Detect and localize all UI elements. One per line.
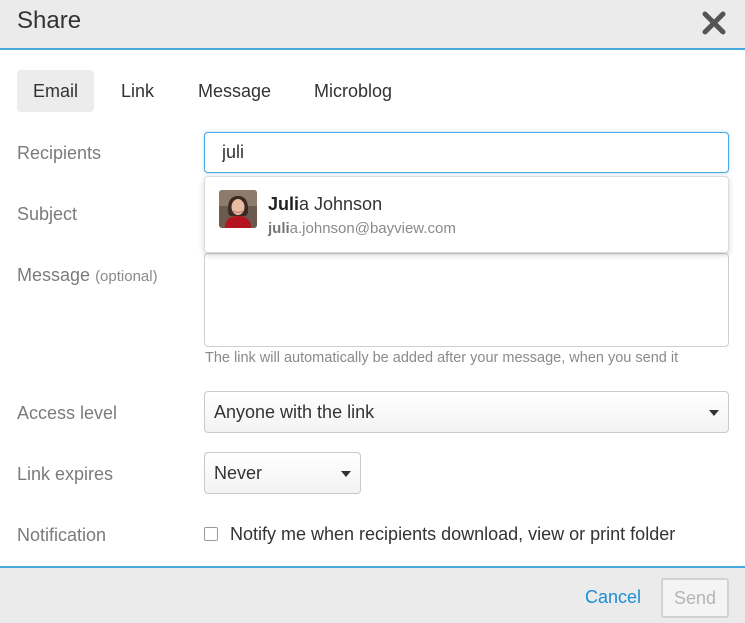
access-level-value: Anyone with the link (214, 402, 375, 422)
notify-checkbox-label[interactable]: Notify me when recipients download, view… (230, 524, 675, 545)
chevron-down-icon (341, 471, 351, 477)
notification-label: Notification (17, 525, 107, 545)
tab-link[interactable]: Link (105, 70, 170, 112)
recipient-suggestion[interactable]: Julia Johnson julia.johnson@bayview.com (204, 176, 729, 253)
tab-microblog[interactable]: Microblog (298, 70, 408, 112)
link-expires-value: Never (214, 463, 263, 483)
message-label-text: Message (17, 265, 91, 285)
suggestion-email-match: juli (268, 220, 290, 237)
user-photo-icon (219, 190, 257, 228)
access-level-label: Access level (17, 403, 118, 423)
subject-label: Subject (17, 204, 78, 224)
suggestion-name-match: Juli (268, 194, 300, 214)
message-textarea[interactable] (204, 253, 729, 347)
message-hint: The link will automatically be added aft… (205, 350, 679, 366)
close-icon[interactable] (700, 9, 728, 37)
dialog-header: Share (0, 0, 745, 50)
tab-email[interactable]: Email (17, 70, 95, 112)
message-label: Message (optional) (17, 265, 158, 286)
recipients-input[interactable] (204, 132, 729, 173)
send-button[interactable]: Send (661, 578, 729, 618)
suggestion-email-rest: a.johnson@bayview.com (289, 220, 456, 237)
tab-message[interactable]: Message (182, 70, 287, 112)
dialog-title: Share (17, 7, 82, 34)
access-level-select[interactable]: Anyone with the link (204, 391, 729, 433)
suggestion-name: Julia Johnson (268, 194, 382, 215)
link-expires-label: Link expires (17, 464, 114, 484)
recipients-label: Recipients (17, 143, 102, 163)
link-expires-select[interactable]: Never (204, 452, 361, 494)
chevron-down-icon (709, 410, 719, 416)
suggestion-email: julia.johnson@bayview.com (268, 220, 456, 237)
message-optional-tag: (optional) (95, 268, 158, 285)
notify-checkbox[interactable] (204, 527, 218, 541)
cancel-button[interactable]: Cancel (585, 587, 641, 608)
suggestion-name-rest: a Johnson (299, 194, 383, 214)
